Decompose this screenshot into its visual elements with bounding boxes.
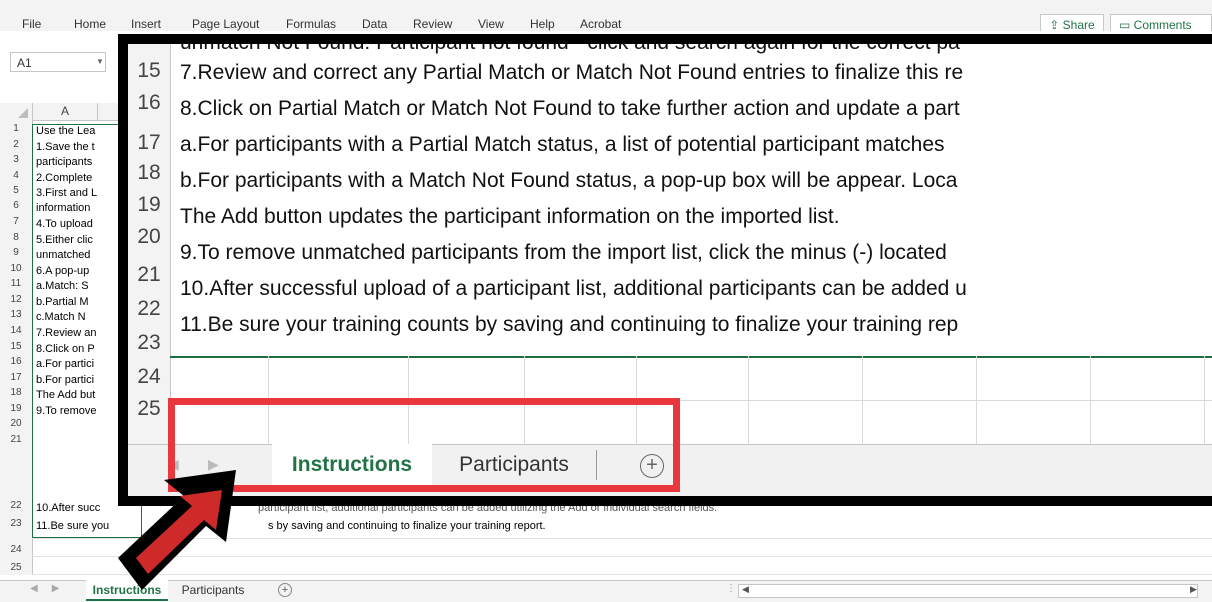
row-number: 15 [137, 59, 161, 82]
row-number[interactable]: 23 [0, 518, 32, 530]
row-number[interactable]: 14 [0, 325, 32, 337]
row-header-column: 1 2 3 4 5 6 7 8 9 10 11 12 13 14 15 16 1… [0, 120, 33, 575]
comment-icon: ▭ [1119, 18, 1134, 32]
menu-help[interactable]: Help [530, 17, 555, 31]
zoom-text-line: a.For participants with a Partial Match … [180, 133, 945, 156]
sheet-nav-arrows-icon[interactable]: ◀▶ [30, 583, 73, 594]
row-number[interactable]: 25 [0, 562, 32, 574]
row-number: 21 [137, 263, 161, 286]
row-number[interactable]: 9 [0, 247, 32, 259]
zoom-instructions-text-box: unmatch Not Found: Participant not found… [170, 44, 1212, 358]
row-number: 16 [137, 91, 161, 114]
pointer-arrow-icon [118, 470, 236, 590]
zoom-text-line: 11.Be sure your training counts by savin… [180, 313, 959, 336]
row-number[interactable]: 5 [0, 185, 32, 197]
row-number: 18 [137, 161, 161, 184]
menu-review[interactable]: Review [413, 17, 452, 31]
row-number: 17 [137, 131, 161, 154]
row-number[interactable]: 4 [0, 170, 32, 182]
row-number: 22 [137, 297, 161, 320]
share-icon: ⇪ [1049, 18, 1063, 32]
row-number: 25 [137, 397, 161, 420]
row-number[interactable]: 19 [0, 403, 32, 415]
zoom-text-line: 8.Click on Partial Match or Match Not Fo… [180, 97, 960, 120]
row-number[interactable]: 10 [0, 263, 32, 275]
menu-formulas[interactable]: Formulas [286, 17, 336, 31]
grid-line [1204, 356, 1205, 444]
name-box[interactable]: A1 [10, 52, 106, 72]
row-number[interactable]: 21 [0, 434, 32, 446]
horizontal-scrollbar[interactable] [738, 584, 1198, 598]
add-sheet-icon[interactable]: + [278, 583, 292, 597]
zoom-text-line: b.For participants with a Match Not Foun… [180, 169, 958, 192]
row-number[interactable]: 1 [0, 123, 32, 135]
row-number[interactable]: 24 [0, 544, 32, 556]
menu-view[interactable]: View [478, 17, 504, 31]
row-number[interactable]: 22 [0, 500, 32, 512]
row-number: 19 [137, 193, 161, 216]
ribbon-menu-bar: File Home Insert Page Layout Formulas Da… [0, 0, 1212, 32]
zoom-row-header-column: 15 16 17 18 19 20 21 22 23 24 25 [128, 44, 171, 444]
splitter-handle-icon[interactable]: ⋮ [726, 583, 736, 594]
grid-line [976, 356, 977, 444]
row-number[interactable]: 18 [0, 387, 32, 399]
grid-line [748, 356, 749, 444]
grid-line [1090, 356, 1091, 444]
zoom-text-line: 7.Review and correct any Partial Match o… [180, 61, 964, 84]
menu-home[interactable]: Home [74, 17, 106, 31]
chevron-down-icon[interactable]: ▼ [96, 57, 104, 66]
scroll-right-icon[interactable]: ▶ [1190, 584, 1197, 595]
row-number: 24 [137, 365, 161, 388]
menu-insert[interactable]: Insert [131, 17, 161, 31]
menu-page-layout[interactable]: Page Layout [192, 17, 259, 31]
row-number[interactable]: 3 [0, 154, 32, 166]
row-number[interactable]: 11 [0, 278, 32, 290]
zoom-text-line: 10.After successful upload of a particip… [180, 277, 967, 300]
grid-line [862, 356, 863, 444]
row-number[interactable]: 6 [0, 200, 32, 212]
row-number: 20 [137, 225, 161, 248]
select-all-corner[interactable] [18, 108, 28, 118]
row-number[interactable]: 12 [0, 294, 32, 306]
menu-file[interactable]: File [22, 17, 41, 31]
row-number[interactable]: 8 [0, 232, 32, 244]
row-number[interactable]: 2 [0, 139, 32, 151]
row-number[interactable]: 13 [0, 309, 32, 321]
row-number[interactable]: 7 [0, 216, 32, 228]
menu-data[interactable]: Data [362, 17, 387, 31]
row-number[interactable]: 15 [0, 341, 32, 353]
row-number[interactable]: 20 [0, 418, 32, 430]
zoom-text-line: 9.To remove unmatched participants from … [180, 241, 947, 264]
scroll-left-icon[interactable]: ◀ [742, 584, 749, 595]
menu-acrobat[interactable]: Acrobat [580, 17, 621, 31]
zoom-text-line: unmatch Not Found: Participant not found… [180, 34, 960, 54]
row-number[interactable]: 16 [0, 356, 32, 368]
zoom-text-line: The Add button updates the participant i… [180, 205, 840, 228]
row-number[interactable]: 17 [0, 372, 32, 384]
cell-text: s by saving and continuing to finalize y… [268, 520, 546, 532]
row-number: 23 [137, 331, 161, 354]
column-header-a[interactable]: A [32, 103, 98, 120]
